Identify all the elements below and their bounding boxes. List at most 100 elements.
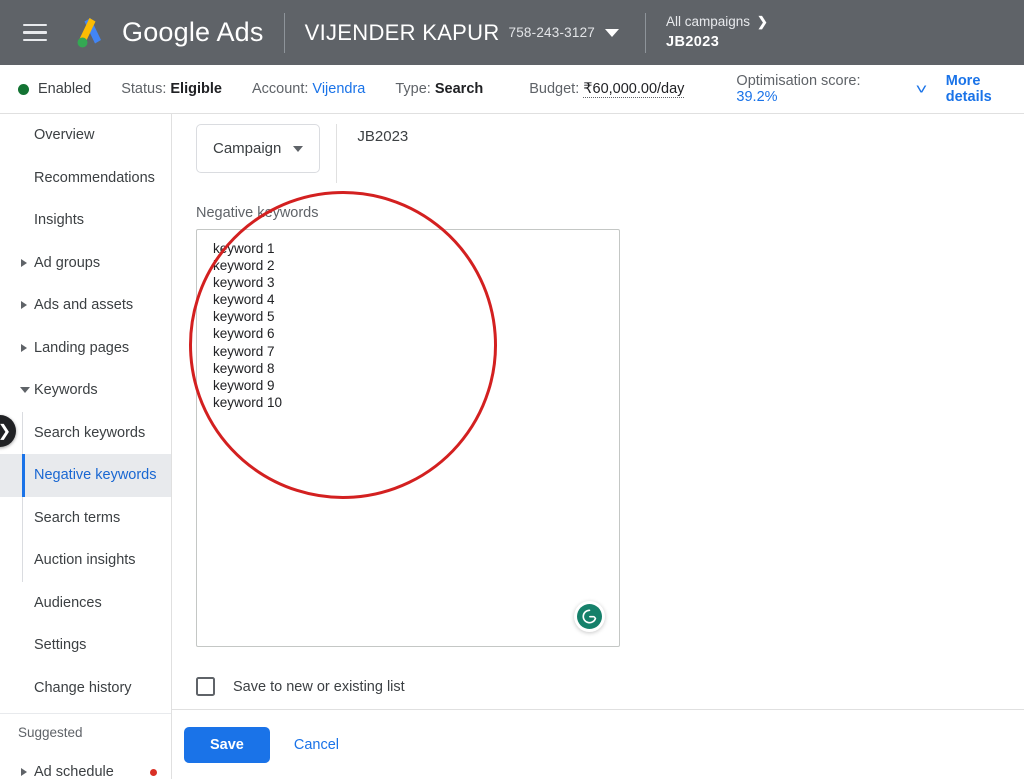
sidebar-item-overview[interactable]: Overview (0, 114, 171, 157)
google-ads-brand[interactable]: Google Ads (70, 13, 264, 53)
list-item: keyword 1 (213, 241, 275, 256)
list-item: keyword 4 (213, 292, 275, 308)
action-footer: Save Cancel (172, 709, 1024, 779)
status-badge-label: Enabled (38, 81, 92, 97)
breadcrumb-campaign-name: JB2023 (666, 33, 720, 50)
list-item: keyword 2 (213, 258, 275, 274)
list-item: keyword 5 (213, 309, 275, 325)
budget-field-value[interactable]: ₹60,000.00/day (583, 81, 685, 98)
chevron-right-icon (21, 768, 27, 777)
sidebar-item-recommendations[interactable]: Recommendations (0, 157, 171, 200)
sidebar-item-landing-pages[interactable]: Landing pages (0, 327, 171, 370)
optimisation-score-label: Optimisation score: (736, 73, 861, 89)
sidebar-item-label: Change history (34, 679, 132, 696)
save-to-list-checkbox[interactable] (196, 677, 215, 696)
more-details-link[interactable]: More details (946, 73, 1024, 105)
account-field-value[interactable]: Vijendra (312, 81, 365, 97)
scope-selector-row: Campaign JB2023 (172, 114, 1024, 183)
grammarly-glyph-circle (577, 604, 602, 629)
google-ads-page: Google Ads VIJENDER KAPUR 758-243-3127 A… (0, 0, 1024, 779)
status-field-value: Eligible (170, 81, 222, 97)
type-field: Type: Search (395, 81, 483, 97)
sidebar-item-audiences[interactable]: Audiences (0, 582, 171, 625)
chevron-down-icon[interactable]: ˅ (915, 81, 927, 98)
negative-keywords-textarea[interactable]: keyword 1 keyword 2 keyword 3 keyword 4 … (196, 229, 620, 647)
chevron-right-icon: ❯ (757, 14, 768, 30)
type-field-label: Type: (395, 81, 431, 97)
save-button[interactable]: Save (184, 726, 270, 763)
account-field-label: Account: (251, 81, 309, 97)
sidebar-item-label: Recommendations (34, 169, 155, 186)
sidebar-item-ads-and-assets[interactable]: Ads and assets (0, 284, 171, 327)
optimisation-score-value: 39.2% (736, 89, 778, 105)
budget-field: Budget: ₹60,000.00/day (529, 81, 685, 98)
sidebar-subgroup-keywords: Search keywords Negative keywords Search… (0, 411, 171, 582)
sidebar-navigation: Overview Recommendations Insights Ad gro… (0, 114, 172, 779)
status-field-label: Status: (121, 81, 167, 97)
budget-field-label: Budget: (529, 81, 580, 97)
chevron-down-icon (20, 387, 30, 394)
negative-keywords-panel: Campaign JB2023 Negative keywords keywor… (172, 114, 1024, 709)
negative-keywords-label: Negative keywords (196, 205, 319, 221)
list-item: keyword 6 (213, 326, 275, 342)
list-item: keyword 9 (213, 377, 275, 393)
brand-name: Google Ads (122, 17, 264, 47)
sidebar-item-label: Overview (34, 127, 95, 144)
sidebar-item-ad-groups[interactable]: Ad groups (0, 242, 171, 285)
scope-divider (336, 124, 338, 183)
keyword-list: keyword 1 keyword 2 keyword 3 keyword 4 … (197, 230, 619, 411)
campaign-status-bar: Enabled Status: Eligible Account: Vijend… (0, 65, 1024, 114)
sidebar-item-label: Insights (34, 212, 84, 229)
sidebar-item-label: Auction insights (34, 552, 136, 569)
breadcrumb[interactable]: All campaigns ❯ JB2023 (666, 14, 768, 51)
breadcrumb-all-campaigns[interactable]: All campaigns ❯ (666, 14, 768, 31)
chevron-right-icon (21, 343, 27, 352)
sidebar-item-negative-keywords[interactable]: Negative keywords (0, 454, 171, 497)
chevron-right-icon (21, 258, 27, 267)
sidebar-section-suggested: Suggested (0, 713, 171, 751)
sidebar-item-label: Search terms (34, 509, 121, 526)
top-navigation-bar: Google Ads VIJENDER KAPUR 758-243-3127 A… (0, 0, 1024, 65)
sidebar-item-settings[interactable]: Settings (0, 624, 171, 667)
grammarly-icon[interactable] (574, 601, 605, 632)
status-field: Status: Eligible (121, 81, 222, 97)
sidebar-item-auction-insights[interactable]: Auction insights (0, 539, 171, 582)
chevron-right-circle-icon: ❯ (0, 421, 11, 441)
sidebar-item-label: Audiences (34, 594, 102, 611)
sidebar-item-label: Ad groups (34, 254, 101, 271)
sidebar-item-label: Search keywords (34, 424, 146, 441)
account-selector[interactable]: VIJENDER KAPUR 758-243-3127 (305, 20, 619, 46)
account-name: VIJENDER KAPUR (304, 19, 500, 45)
cancel-button[interactable]: Cancel (294, 737, 339, 753)
google-ads-logo-icon (70, 13, 110, 53)
header-divider-2 (645, 12, 646, 53)
sidebar-item-label: Keywords (34, 382, 98, 399)
sidebar-item-label: Landing pages (34, 339, 130, 356)
status-badge[interactable]: Enabled (18, 81, 91, 97)
optimisation-score-field: Optimisation score: 39.2% (736, 73, 893, 105)
list-item: keyword 3 (213, 275, 275, 291)
status-dot-icon (18, 83, 29, 95)
notification-dot-icon (150, 768, 157, 776)
caret-down-icon[interactable] (605, 28, 619, 37)
sidebar-item-keywords[interactable]: Keywords (0, 369, 171, 412)
account-id: 758-243-3127 (508, 25, 595, 40)
hamburger-menu-icon[interactable] (18, 16, 52, 50)
sidebar-item-search-keywords[interactable]: Search keywords (0, 412, 171, 455)
sidebar-item-ad-schedule[interactable]: Ad schedule (0, 751, 171, 779)
sidebar-item-search-terms[interactable]: Search terms (0, 497, 171, 540)
list-item: keyword 10 (213, 394, 283, 410)
campaign-scope-label: Campaign (213, 140, 282, 157)
save-to-list-label: Save to new or existing list (233, 678, 405, 695)
campaign-scope-dropdown[interactable]: Campaign (196, 124, 321, 173)
sidebar-item-label: Ads and assets (34, 297, 134, 314)
sidebar-item-insights[interactable]: Insights (0, 199, 171, 242)
save-to-list-row[interactable]: Save to new or existing list (196, 677, 1024, 696)
selected-campaign-name: JB2023 (357, 128, 409, 145)
sidebar-item-label: Settings (34, 637, 87, 654)
list-item: keyword 7 (213, 343, 275, 359)
sidebar-item-change-history[interactable]: Change history (0, 667, 171, 710)
type-field-value: Search (434, 81, 484, 97)
account-field: Account: Vijendra (252, 81, 365, 97)
breadcrumb-all-campaigns-label: All campaigns (666, 14, 751, 29)
